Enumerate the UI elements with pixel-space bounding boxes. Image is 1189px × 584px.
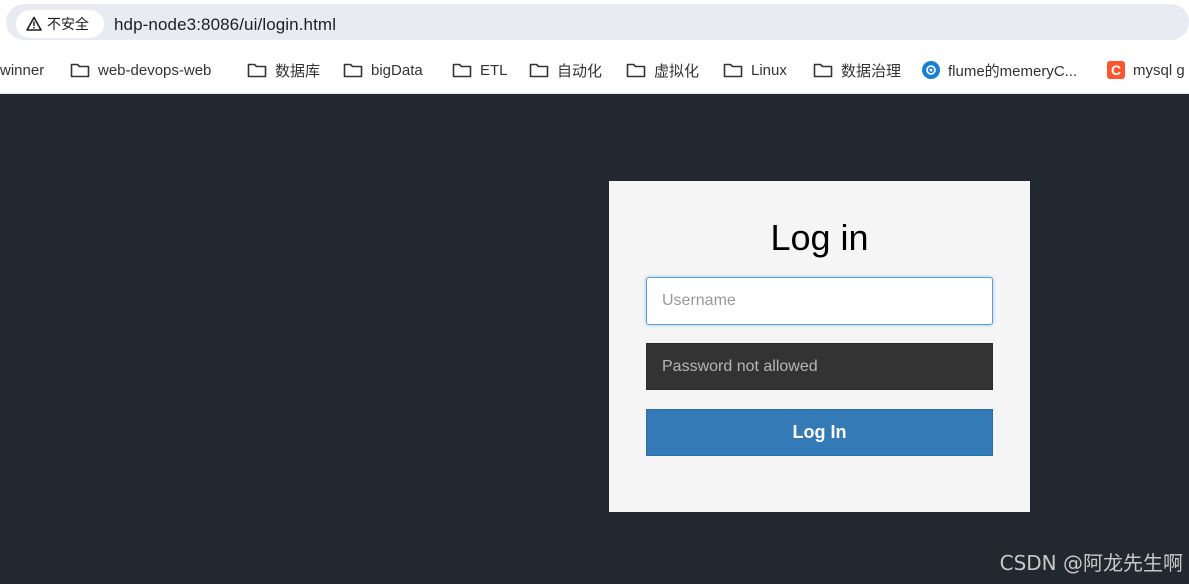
login-button[interactable]: Log In <box>646 409 993 456</box>
login-title: Log in <box>770 217 869 258</box>
bookmark-folder[interactable]: 自动化 <box>529 59 602 81</box>
bookmark-item[interactable]: C mysql g <box>1107 59 1185 81</box>
folder-icon <box>529 63 549 78</box>
security-label: 不安全 <box>47 16 89 32</box>
flume-site-icon <box>922 61 940 79</box>
bookmark-label: 数据库 <box>275 62 321 80</box>
page-content: Log in Log In CSDN @阿龙先生啊 <box>0 94 1189 584</box>
bookmark-label: web-devops-web <box>98 61 212 79</box>
folder-icon <box>70 63 90 78</box>
watermark-text: CSDN @阿龙先生啊 <box>999 551 1183 575</box>
folder-icon <box>723 63 743 78</box>
bookmark-label: winner <box>0 61 45 79</box>
folder-icon <box>452 63 472 78</box>
password-input[interactable] <box>646 343 993 390</box>
bookmark-item[interactable]: winner <box>0 59 44 81</box>
bookmark-label: mysql g <box>1133 61 1185 79</box>
folder-icon <box>247 63 267 78</box>
bookmark-label: flume的memeryC... <box>948 62 1078 80</box>
bookmark-folder[interactable]: Linux <box>723 59 787 81</box>
bookmark-folder[interactable]: web-devops-web <box>70 59 211 81</box>
security-indicator[interactable]: 不安全 <box>16 10 104 38</box>
bookmark-label: 自动化 <box>557 62 603 80</box>
bookmark-folder[interactable]: 虚拟化 <box>626 59 699 81</box>
bookmark-item[interactable]: flume的memeryC... <box>922 59 1077 81</box>
omnibox[interactable]: 不安全 hdp-node3:8086/ui/login.html <box>6 4 1189 40</box>
bookmark-label: bigData <box>371 61 423 79</box>
bookmark-label: 数据治理 <box>841 62 902 80</box>
folder-icon <box>813 63 833 78</box>
bookmark-label: ETL <box>480 61 508 79</box>
browser-address-bar: 不安全 hdp-node3:8086/ui/login.html <box>0 0 1189 46</box>
login-card: Log in Log In <box>609 181 1030 512</box>
bookmark-folder[interactable]: bigData <box>343 59 423 81</box>
url-text[interactable]: hdp-node3:8086/ui/login.html <box>114 15 336 35</box>
bookmark-folder[interactable]: 数据库 <box>247 59 320 81</box>
username-input[interactable] <box>646 277 993 325</box>
bookmark-folder[interactable]: ETL <box>452 59 508 81</box>
folder-icon <box>626 63 646 78</box>
csdn-logo-icon: C <box>1107 61 1125 79</box>
bookmark-label: 虚拟化 <box>654 62 700 80</box>
bookmark-label: Linux <box>751 61 787 79</box>
folder-icon <box>343 63 363 78</box>
bookmarks-bar: winner web-devops-web 数据库 bigData ETL 自动… <box>0 46 1189 94</box>
warning-triangle-icon <box>26 16 42 31</box>
bookmark-folder[interactable]: 数据治理 <box>813 59 901 81</box>
